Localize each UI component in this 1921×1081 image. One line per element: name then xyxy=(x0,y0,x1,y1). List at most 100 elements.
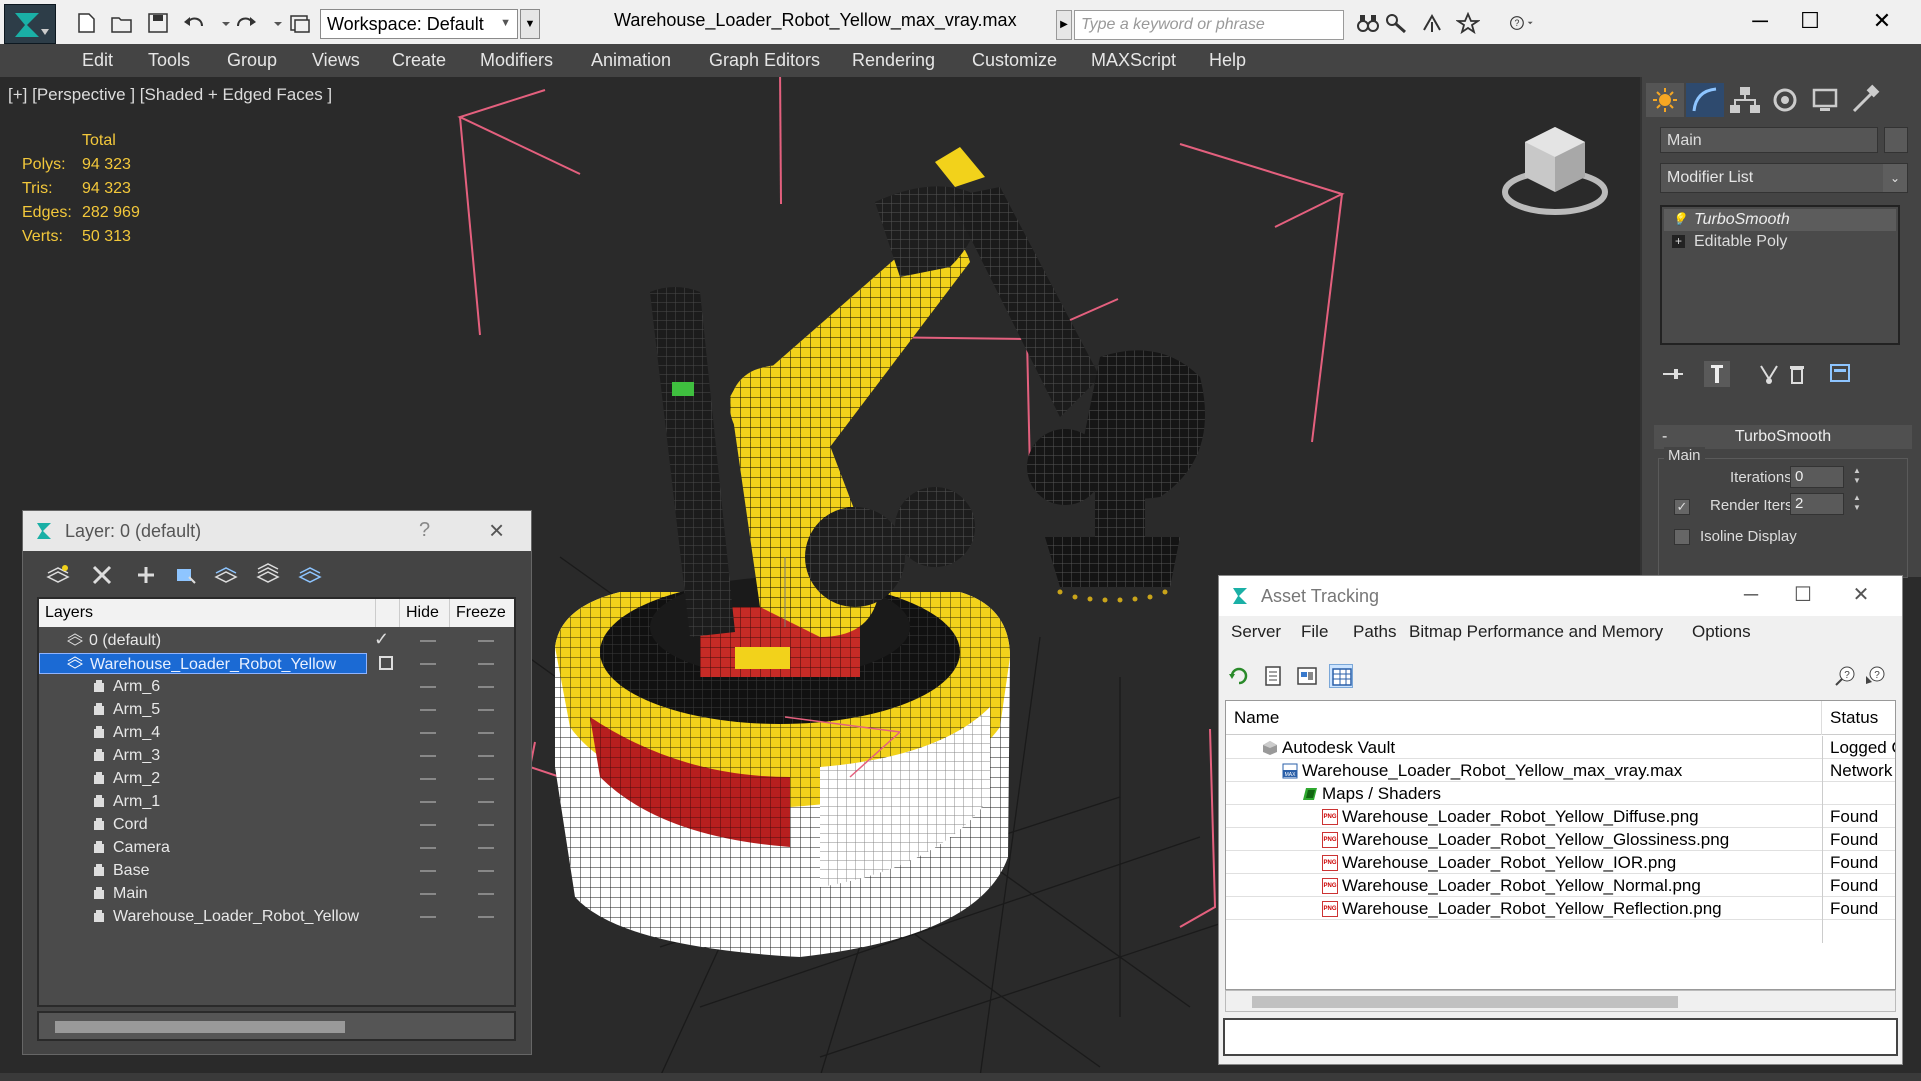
freeze-toggle[interactable] xyxy=(478,755,494,757)
select-objects-in-layer-icon[interactable] xyxy=(173,563,199,587)
workspace-menu-button[interactable]: ▼ xyxy=(520,9,540,39)
layer-row[interactable]: Arm_1 xyxy=(39,790,514,813)
save-file-icon[interactable] xyxy=(146,12,170,34)
layer-row-selected[interactable]: − Warehouse_Loader_Robot_Yellow xyxy=(39,652,514,675)
menu-graph-editors[interactable]: Graph Editors xyxy=(709,50,820,71)
asset-menu-server[interactable]: Server xyxy=(1231,622,1281,642)
redo-history-dropdown-icon[interactable] xyxy=(266,12,282,34)
remove-modifier-icon[interactable] xyxy=(1784,361,1810,387)
layer-window-titlebar[interactable]: Layer: 0 (default) ? × xyxy=(23,511,531,551)
iterations-spinner[interactable]: 0 xyxy=(1790,466,1844,488)
help-icon[interactable]: ? xyxy=(1510,12,1548,34)
menu-create[interactable]: Create xyxy=(392,50,446,71)
lightbulb-icon[interactable]: 💡 xyxy=(1672,213,1687,226)
freeze-toggle[interactable] xyxy=(478,732,494,734)
turbosmooth-rollout-header[interactable]: - TurboSmooth xyxy=(1654,425,1912,449)
tab-modify[interactable] xyxy=(1686,83,1724,117)
modifier-list-dropdown[interactable]: Modifier List ⌄ xyxy=(1660,163,1908,193)
redo-icon[interactable] xyxy=(234,12,258,34)
layer-row[interactable]: Cord xyxy=(39,813,514,836)
close-button[interactable]: ✕ xyxy=(1862,6,1902,36)
asset-menu-file[interactable]: File xyxy=(1301,622,1328,642)
column-header-freeze[interactable]: Freeze xyxy=(450,599,514,627)
freeze-toggle[interactable] xyxy=(478,709,494,711)
close-button[interactable]: × xyxy=(489,515,504,546)
asset-menu-options[interactable]: Options xyxy=(1692,622,1751,642)
spinner-arrows-icon[interactable]: ▲ ▼ xyxy=(1850,493,1864,515)
freeze-toggle[interactable] xyxy=(478,778,494,780)
layer-tree[interactable]: Layers Hide Freeze 0 (default) ✓ − Wareh… xyxy=(37,597,516,1007)
spinner-arrows-icon[interactable]: ▲ ▼ xyxy=(1850,466,1864,488)
hide-toggle[interactable] xyxy=(420,801,436,803)
maximize-button[interactable]: ☐ xyxy=(1783,580,1823,610)
set-current-layer-checkbox[interactable] xyxy=(379,656,393,670)
tab-display[interactable] xyxy=(1806,83,1844,117)
tab-utilities[interactable] xyxy=(1846,83,1884,117)
layer-row[interactable]: Arm_5 xyxy=(39,698,514,721)
stack-item-editable-poly[interactable]: + Editable Poly xyxy=(1664,231,1896,253)
horizontal-scrollbar[interactable] xyxy=(37,1011,516,1041)
search-expand-button[interactable]: ▶ xyxy=(1056,10,1072,40)
asset-row[interactable]: PNG Warehouse_Loader_Robot_Yellow_IOR.pn… xyxy=(1226,851,1895,874)
menu-edit[interactable]: Edit xyxy=(82,50,113,71)
asset-path-field[interactable] xyxy=(1223,1018,1898,1056)
favorites-star-icon[interactable] xyxy=(1455,11,1481,35)
scrollbar-thumb[interactable] xyxy=(55,1021,345,1033)
hide-toggle[interactable] xyxy=(420,870,436,872)
freeze-toggle[interactable] xyxy=(478,847,494,849)
tab-hierarchy[interactable] xyxy=(1726,83,1764,117)
hide-toggle[interactable] xyxy=(420,640,436,642)
hide-toggle[interactable] xyxy=(420,778,436,780)
freeze-toggle[interactable] xyxy=(478,663,494,665)
freeze-toggle[interactable] xyxy=(478,916,494,918)
new-file-icon[interactable] xyxy=(74,12,98,34)
hide-toggle[interactable] xyxy=(420,755,436,757)
stack-item-turbosmooth[interactable]: 💡 TurboSmooth xyxy=(1664,209,1896,231)
layer-row[interactable]: 0 (default) ✓ xyxy=(39,629,514,652)
object-name-field[interactable]: Main xyxy=(1660,127,1878,153)
context-help-icon[interactable]: ? xyxy=(1863,664,1887,688)
collapse-minus-icon[interactable]: - xyxy=(1662,425,1667,449)
undo-history-dropdown-icon[interactable] xyxy=(214,12,230,34)
scrollbar-thumb[interactable] xyxy=(1252,996,1678,1008)
hide-toggle[interactable] xyxy=(420,663,436,665)
asset-table[interactable]: Name Status Autodesk Vault Logged O MAX … xyxy=(1225,700,1896,990)
freeze-toggle[interactable] xyxy=(478,870,494,872)
column-header-layers[interactable]: Layers xyxy=(39,599,376,627)
tab-create[interactable] xyxy=(1646,83,1684,117)
hide-toggle[interactable] xyxy=(420,847,436,849)
asset-row[interactable]: PNG Warehouse_Loader_Robot_Yellow_Glossi… xyxy=(1226,828,1895,851)
layer-row[interactable]: Base xyxy=(39,859,514,882)
list-view-icon[interactable] xyxy=(1261,664,1285,688)
pin-stack-icon[interactable] xyxy=(1660,361,1686,387)
thumbnail-view-icon[interactable] xyxy=(1295,664,1319,688)
isoline-display-checkbox[interactable] xyxy=(1674,529,1690,545)
expand-plus-icon[interactable]: + xyxy=(1672,235,1685,248)
table-view-icon[interactable] xyxy=(1329,664,1353,688)
menu-rendering[interactable]: Rendering xyxy=(852,50,935,71)
modifier-stack[interactable]: 💡 TurboSmooth + Editable Poly xyxy=(1660,205,1900,345)
workspace-dropdown[interactable]: Workspace: Default ▼ xyxy=(320,9,518,39)
layer-row[interactable]: Main xyxy=(39,882,514,905)
asset-row[interactable]: PNG Warehouse_Loader_Robot_Yellow_Diffus… xyxy=(1226,805,1895,828)
hide-toggle[interactable] xyxy=(420,709,436,711)
app-menu-button[interactable] xyxy=(4,4,56,44)
help-question-icon[interactable]: ? xyxy=(1833,664,1857,688)
freeze-toggle[interactable] xyxy=(478,824,494,826)
menu-group[interactable]: Group xyxy=(227,50,277,71)
asset-row[interactable]: PNG Warehouse_Loader_Robot_Yellow_Normal… xyxy=(1226,874,1895,897)
asset-menu-bitmap-performance[interactable]: Bitmap Performance and Memory xyxy=(1409,622,1663,642)
asset-window-titlebar[interactable]: Asset Tracking ─ ☐ ✕ xyxy=(1219,576,1902,616)
hide-toggle[interactable] xyxy=(420,824,436,826)
viewport-label[interactable]: [+] [Perspective ] [Shaded + Edged Faces… xyxy=(8,85,332,105)
hide-toggle[interactable] xyxy=(420,686,436,688)
object-color-swatch[interactable] xyxy=(1884,127,1908,153)
layer-row[interactable]: Arm_3 xyxy=(39,744,514,767)
column-header-name[interactable]: Name xyxy=(1226,701,1822,735)
maximize-button[interactable]: ☐ xyxy=(1790,6,1830,36)
create-layer-icon[interactable] xyxy=(45,563,71,587)
add-selected-to-layer-icon[interactable] xyxy=(133,563,159,587)
freeze-toggle[interactable] xyxy=(478,893,494,895)
freeze-toggle[interactable] xyxy=(478,686,494,688)
hide-toggle[interactable] xyxy=(420,732,436,734)
